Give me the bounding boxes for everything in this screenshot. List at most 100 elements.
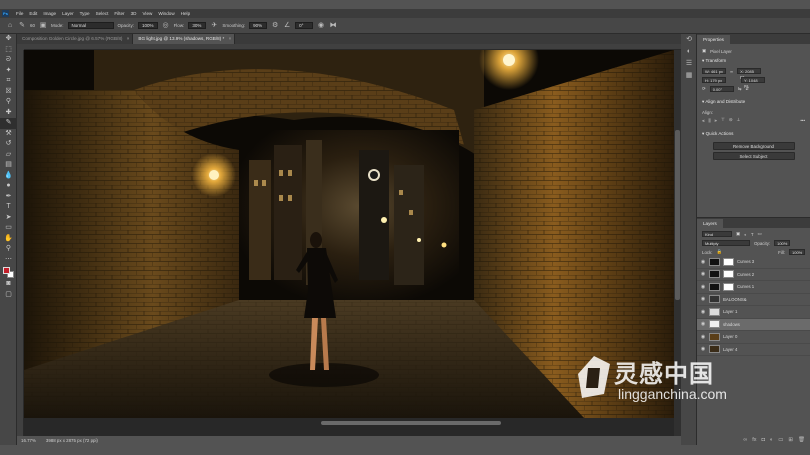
vertical-scroll-thumb[interactable] bbox=[675, 130, 680, 300]
align-top-icon[interactable]: ⊤ bbox=[721, 117, 725, 123]
menu-edit[interactable]: Edit bbox=[26, 11, 40, 16]
visibility-eye-icon[interactable]: ◉ bbox=[700, 309, 706, 315]
layer-row[interactable]: ◉ BALOONS& bbox=[697, 294, 810, 306]
height-field[interactable]: H: 179 px bbox=[702, 77, 726, 83]
brush-size[interactable]: 60 bbox=[30, 23, 35, 28]
trash-icon[interactable]: 🗑 bbox=[798, 437, 805, 443]
eraser-tool-icon[interactable]: ▱ bbox=[0, 150, 17, 161]
adjustments-panel-icon[interactable]: ◐ bbox=[681, 46, 697, 58]
zoom-tool-icon[interactable]: ⚲ bbox=[0, 244, 17, 255]
flow-field[interactable]: 30% bbox=[188, 22, 207, 29]
quick-select-tool-icon[interactable]: ✦ bbox=[0, 66, 17, 77]
layer-opacity-field[interactable]: 100% bbox=[774, 240, 791, 246]
history-panel-icon[interactable]: ⟲ bbox=[681, 34, 697, 46]
layer-row[interactable]: ◉ shadows bbox=[697, 318, 810, 331]
tab-properties[interactable]: Properties bbox=[697, 35, 730, 44]
marquee-tool-icon[interactable]: ⬚ bbox=[0, 45, 17, 56]
menu-filter[interactable]: Filter bbox=[111, 11, 127, 16]
new-group-icon[interactable]: ▭ bbox=[778, 437, 783, 443]
flip-horizontal-icon[interactable]: ⇋ bbox=[738, 86, 742, 92]
layer-row[interactable]: ◉ Curves 1 bbox=[697, 281, 810, 294]
layer-filter-select[interactable]: Kind bbox=[702, 231, 732, 237]
close-icon[interactable]: × bbox=[229, 34, 232, 44]
transform-section-header[interactable]: ▾ Transform bbox=[697, 55, 810, 67]
link-layers-icon[interactable]: ∞ bbox=[743, 437, 747, 443]
dodge-tool-icon[interactable]: ● bbox=[0, 181, 17, 192]
menu-image[interactable]: Image bbox=[40, 11, 59, 16]
filter-pixel-icon[interactable]: ▣ bbox=[736, 231, 740, 237]
eyedropper-tool-icon[interactable]: ⚲ bbox=[0, 97, 17, 108]
add-mask-icon[interactable]: ◘ bbox=[762, 437, 765, 443]
link-icon[interactable]: ∞ bbox=[730, 69, 733, 74]
opacity-field[interactable]: 100% bbox=[138, 22, 158, 29]
layer-mask-thumbnail[interactable] bbox=[723, 282, 734, 291]
zoom-level[interactable]: 16.77% bbox=[21, 438, 36, 443]
align-middle-icon[interactable]: ⊝ bbox=[729, 117, 733, 123]
layer-row[interactable]: ◉ Layer 0 bbox=[697, 331, 810, 344]
filter-type-icon[interactable]: T bbox=[751, 232, 754, 237]
pressure-size-icon[interactable]: ◉ bbox=[317, 22, 325, 30]
hand-tool-icon[interactable]: ✋ bbox=[0, 234, 17, 245]
move-tool-icon[interactable]: ✥ bbox=[0, 34, 17, 45]
airbrush-icon[interactable]: ✈ bbox=[210, 22, 218, 30]
libraries-panel-icon[interactable]: ☰ bbox=[681, 58, 697, 70]
ps-logo-icon[interactable]: Ps bbox=[2, 10, 9, 17]
layer-fill-field[interactable]: 100% bbox=[789, 249, 805, 255]
visibility-eye-icon[interactable]: ◉ bbox=[700, 259, 706, 265]
layer-mask-thumbnail[interactable] bbox=[723, 257, 734, 266]
menu-3d[interactable]: 3D bbox=[128, 11, 140, 16]
horizontal-scrollbar[interactable] bbox=[24, 418, 674, 435]
align-left-icon[interactable]: ⫷ bbox=[702, 118, 704, 123]
menu-select[interactable]: Select bbox=[93, 11, 112, 16]
lock-icon[interactable]: 🔒 bbox=[717, 249, 722, 255]
brush-tool-icon[interactable]: ✎ bbox=[0, 118, 17, 129]
visibility-eye-icon[interactable]: ◉ bbox=[700, 334, 706, 340]
adjustment-layer-icon[interactable]: ◐ bbox=[770, 437, 773, 443]
brush-tool-icon[interactable]: ✎ bbox=[18, 22, 26, 30]
visibility-eye-icon[interactable]: ◉ bbox=[700, 321, 706, 327]
new-layer-icon[interactable]: ⊞ bbox=[788, 437, 793, 443]
brush-settings-icon[interactable]: ▣ bbox=[39, 22, 47, 30]
layer-mask-thumbnail[interactable] bbox=[723, 270, 734, 279]
angle-field[interactable]: 0.00° bbox=[709, 86, 734, 92]
blend-mode-select[interactable]: Multiply bbox=[702, 240, 750, 246]
gradient-tool-icon[interactable]: ▤ bbox=[0, 160, 17, 171]
smoothing-field[interactable]: 90% bbox=[249, 22, 268, 29]
align-right-icon[interactable]: ⫸ bbox=[715, 118, 717, 123]
screen-mode-icon[interactable]: ▢ bbox=[0, 290, 17, 301]
visibility-eye-icon[interactable]: ◉ bbox=[700, 271, 706, 277]
path-select-tool-icon[interactable]: ➤ bbox=[0, 213, 17, 224]
channels-panel-icon[interactable]: ▦ bbox=[681, 70, 697, 82]
width-field[interactable]: W: 461 px bbox=[702, 68, 726, 74]
menu-type[interactable]: Type bbox=[77, 11, 93, 16]
layer-row[interactable]: ◉ Layer 1 bbox=[697, 306, 810, 319]
align-bottom-icon[interactable]: ⊥ bbox=[737, 117, 741, 123]
select-subject-button[interactable]: Select Subject bbox=[712, 152, 795, 160]
visibility-eye-icon[interactable]: ◉ bbox=[700, 284, 706, 290]
clone-stamp-tool-icon[interactable]: ⚒ bbox=[0, 129, 17, 140]
pressure-opacity-icon[interactable]: ◎ bbox=[162, 22, 170, 30]
x-field[interactable]: X: 2085 px bbox=[737, 68, 762, 79]
close-icon[interactable]: × bbox=[127, 34, 130, 44]
align-center-icon[interactable]: ⫼ bbox=[708, 118, 710, 123]
quick-mask-icon[interactable]: ◙ bbox=[0, 279, 17, 290]
horizontal-scroll-thumb[interactable] bbox=[321, 421, 501, 425]
frame-tool-icon[interactable]: ☒ bbox=[0, 87, 17, 98]
lasso-tool-icon[interactable]: ᘐ bbox=[0, 55, 17, 66]
menu-file[interactable]: File bbox=[13, 11, 26, 16]
blur-tool-icon[interactable]: 💧 bbox=[0, 171, 17, 182]
doc-tab-composition[interactable]: Composition Golden Circle.jpg @ 6.57% (R… bbox=[17, 34, 134, 44]
foreground-color-swatch[interactable] bbox=[3, 267, 10, 274]
healing-tool-icon[interactable]: ✚ bbox=[0, 108, 17, 119]
symmetry-icon[interactable]: ⧓ bbox=[329, 22, 337, 30]
fx-icon[interactable]: fx bbox=[752, 437, 756, 443]
tab-layers[interactable]: Layers bbox=[697, 219, 723, 228]
mode-select[interactable]: Normal bbox=[67, 22, 114, 29]
visibility-eye-icon[interactable]: ◉ bbox=[700, 296, 706, 302]
menu-help[interactable]: Help bbox=[178, 11, 193, 16]
history-brush-tool-icon[interactable]: ↺ bbox=[0, 139, 17, 150]
vertical-ruler[interactable] bbox=[17, 50, 24, 436]
gear-icon[interactable]: ⚙ bbox=[271, 22, 279, 30]
visibility-eye-icon[interactable]: ◉ bbox=[700, 346, 706, 352]
angle-field[interactable]: 0° bbox=[295, 22, 314, 29]
